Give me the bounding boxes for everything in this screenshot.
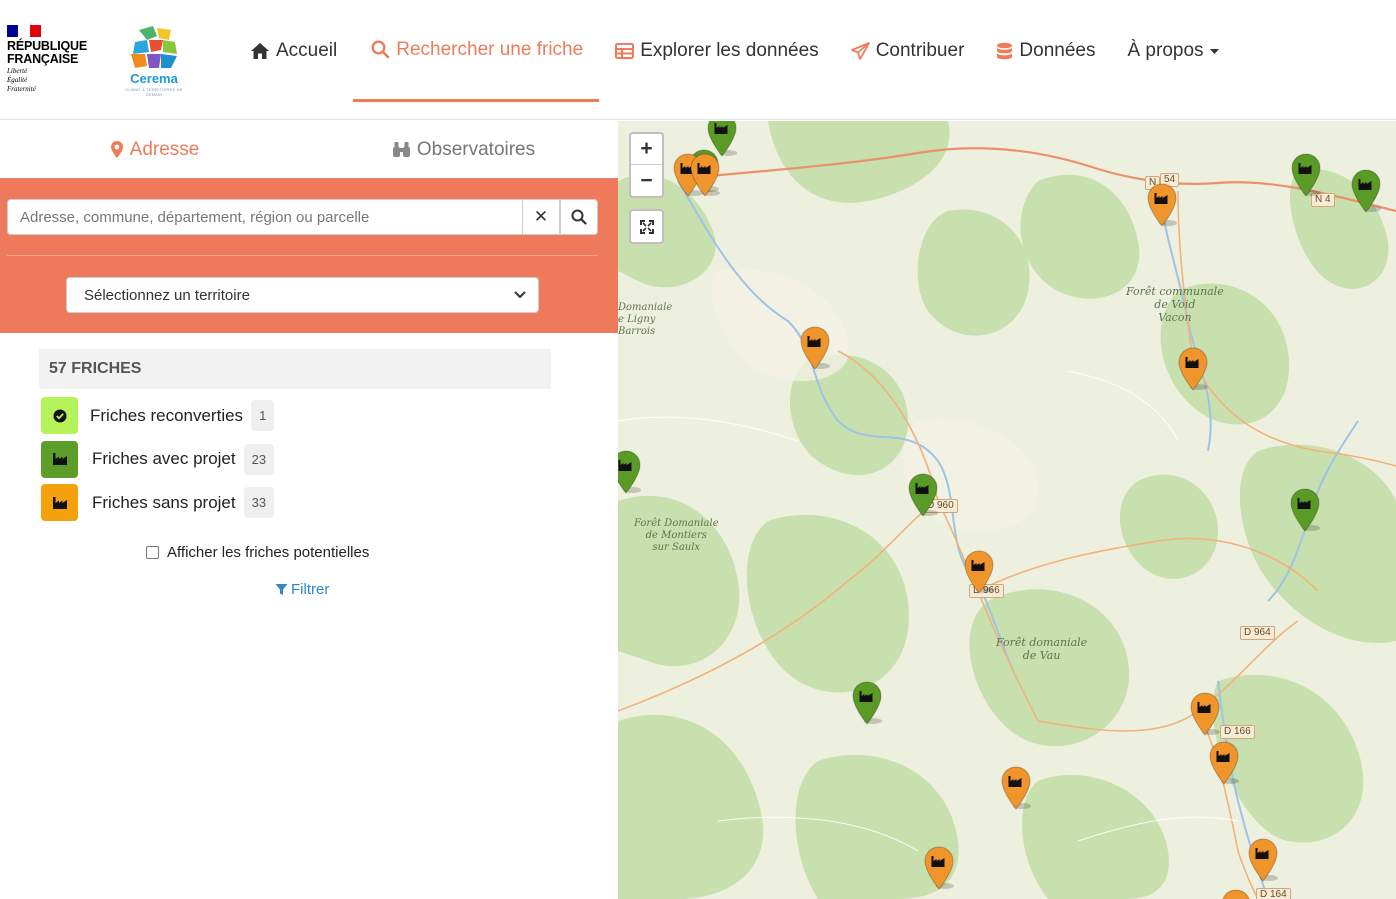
legend-reconverties-count: 1	[251, 400, 275, 431]
friche-sans-projet-marker[interactable]	[963, 550, 995, 594]
nav-accueil[interactable]: Accueil	[250, 0, 353, 102]
friche-avec-projet-marker[interactable]	[618, 450, 642, 494]
friche-sans-projet-marker[interactable]	[1177, 347, 1209, 391]
friches-count: 57 FRICHES	[39, 349, 551, 389]
nav-contribuer-label: Contribuer	[875, 40, 965, 61]
cerema-name: Cerema	[130, 71, 178, 86]
search-bar: ✕	[7, 199, 598, 235]
republique-francaise-logo[interactable]: RÉPUBLIQUE FRANÇAISE Liberté Égalité Fra…	[7, 25, 97, 93]
filter-icon	[275, 584, 288, 595]
nav-donnees[interactable]: Données	[980, 0, 1111, 102]
filter-label: Filtrer	[291, 581, 330, 598]
search-panel: Adresse Observatoires ✕ Sélectionnez un …	[0, 121, 618, 899]
friche-sans-projet-marker[interactable]	[1146, 183, 1178, 227]
divider	[7, 255, 598, 256]
map-label-vau: Forêt domaniale de Vau	[996, 636, 1088, 662]
factory-icon	[41, 484, 78, 521]
tab-adresse[interactable]: Adresse	[0, 121, 309, 178]
legend-avec-projet-label: Friches avec projet	[92, 449, 236, 468]
territory-select-value: Sélectionnez un territoire	[84, 286, 250, 304]
potential-friches-checkbox[interactable]	[146, 546, 159, 559]
nav-apropos-label: À propos	[1127, 40, 1204, 61]
map-label-montiers: Forêt Domaniale de Montiers sur Saulx	[634, 518, 719, 553]
potential-friches-toggle[interactable]: Afficher les friches potentielles	[146, 544, 369, 561]
legend-avec-projet[interactable]: Friches avec projet 23	[41, 440, 275, 478]
rf-motto-2: Égalité	[7, 76, 28, 84]
nav-explorer[interactable]: Explorer les données	[599, 0, 835, 102]
site-header: RÉPUBLIQUE FRANÇAISE Liberté Égalité Fra…	[0, 0, 1396, 120]
search-block: ✕ Sélectionnez un territoire	[0, 178, 618, 333]
tab-observatoires-label: Observatoires	[416, 138, 536, 160]
friche-sans-projet-marker[interactable]	[923, 846, 955, 890]
legend-avec-projet-count: 23	[243, 443, 275, 475]
table-icon	[615, 43, 635, 59]
home-icon	[250, 42, 270, 60]
road-label-d164: D 164	[1256, 888, 1291, 899]
friche-avec-projet-marker[interactable]	[907, 473, 939, 517]
nav-explorer-label: Explorer les données	[640, 40, 819, 61]
zoom-control: + −	[629, 132, 664, 198]
potential-friches-label: Afficher les friches potentielles	[167, 544, 370, 561]
legend: Friches reconverties 1 Friches avec proj…	[41, 397, 275, 528]
friche-sans-projet-marker[interactable]	[689, 153, 721, 197]
map-label-void: Forêt communale de Void Vacon	[1126, 285, 1224, 324]
zoom-in-button[interactable]: +	[631, 134, 662, 165]
rf-motto-3: Fraternité	[7, 85, 36, 93]
clear-search-button[interactable]: ✕	[522, 199, 560, 235]
friche-avec-projet-marker[interactable]	[851, 681, 883, 725]
tab-adresse-label: Adresse	[129, 138, 200, 160]
friche-sans-projet-marker[interactable]	[1189, 692, 1221, 736]
fullscreen-icon	[639, 219, 654, 234]
legend-sans-projet-label: Friches sans projet	[92, 492, 236, 512]
rf-motto-1: Liberté	[7, 67, 28, 75]
french-flag-icon	[7, 25, 41, 37]
friche-sans-projet-marker[interactable]	[799, 326, 831, 370]
cerema-logo[interactable]: Cerema CLIMAT & TERRITOIRES DE DEMAIN	[117, 24, 191, 97]
friche-sans-projet-marker[interactable]	[1247, 838, 1279, 882]
check-circle-icon	[41, 397, 78, 434]
search-icon	[371, 40, 390, 59]
legend-sans-projet[interactable]: Friches sans projet 33	[41, 484, 275, 521]
database-icon	[996, 42, 1013, 61]
road-label-d166: D 166	[1220, 725, 1255, 739]
friche-sans-projet-marker[interactable]	[1220, 889, 1252, 899]
cerema-tagline: CLIMAT & TERRITOIRES DE DEMAIN	[125, 87, 183, 97]
rf-line2: FRANÇAISE	[7, 52, 79, 66]
friche-sans-projet-marker[interactable]	[1000, 766, 1032, 810]
friche-avec-projet-marker[interactable]	[1289, 488, 1321, 532]
road-label-d964: D 964	[1240, 626, 1275, 640]
territory-select[interactable]: Sélectionnez un territoire	[66, 277, 539, 313]
tab-observatoires[interactable]: Observatoires	[309, 121, 618, 178]
search-input[interactable]	[7, 199, 522, 235]
cerema-map-icon	[131, 26, 177, 68]
nav-apropos[interactable]: À propos	[1111, 0, 1234, 102]
close-icon: ✕	[533, 207, 549, 226]
chevron-down-icon	[514, 291, 526, 299]
binoculars-icon	[392, 141, 411, 158]
zoom-out-button[interactable]: −	[631, 165, 662, 196]
nav-accueil-label: Accueil	[276, 40, 338, 61]
factory-icon	[41, 440, 78, 478]
search-tabs: Adresse Observatoires	[0, 121, 618, 178]
filter-button[interactable]: Filtrer	[275, 581, 329, 598]
legend-reconverties-label: Friches reconverties	[90, 405, 244, 425]
map-marker-icon	[110, 140, 124, 159]
map[interactable]: Forêt communale de Void Vacon Forêt Doma…	[618, 121, 1396, 899]
search-button[interactable]	[560, 199, 598, 235]
caret-down-icon	[1209, 48, 1219, 54]
friche-sans-projet-marker[interactable]	[1208, 741, 1240, 785]
fullscreen-button[interactable]	[629, 209, 664, 244]
search-icon	[571, 209, 587, 225]
nav-rechercher[interactable]: Rechercher une friche	[353, 0, 600, 102]
map-label-ligny: Domaniale e Ligny Barrois	[618, 302, 673, 337]
friche-avec-projet-marker[interactable]	[1290, 153, 1322, 197]
nav-contribuer[interactable]: Contribuer	[835, 0, 981, 102]
paper-plane-icon	[850, 41, 870, 61]
nav-donnees-label: Données	[1019, 40, 1096, 61]
legend-reconverties[interactable]: Friches reconverties 1	[41, 397, 275, 434]
legend-sans-projet-count: 33	[243, 487, 275, 518]
nav-rechercher-label: Rechercher une friche	[396, 38, 584, 60]
friche-avec-projet-marker[interactable]	[1350, 169, 1382, 213]
main-nav: Accueil Rechercher une friche Explorer l…	[250, 0, 1235, 120]
